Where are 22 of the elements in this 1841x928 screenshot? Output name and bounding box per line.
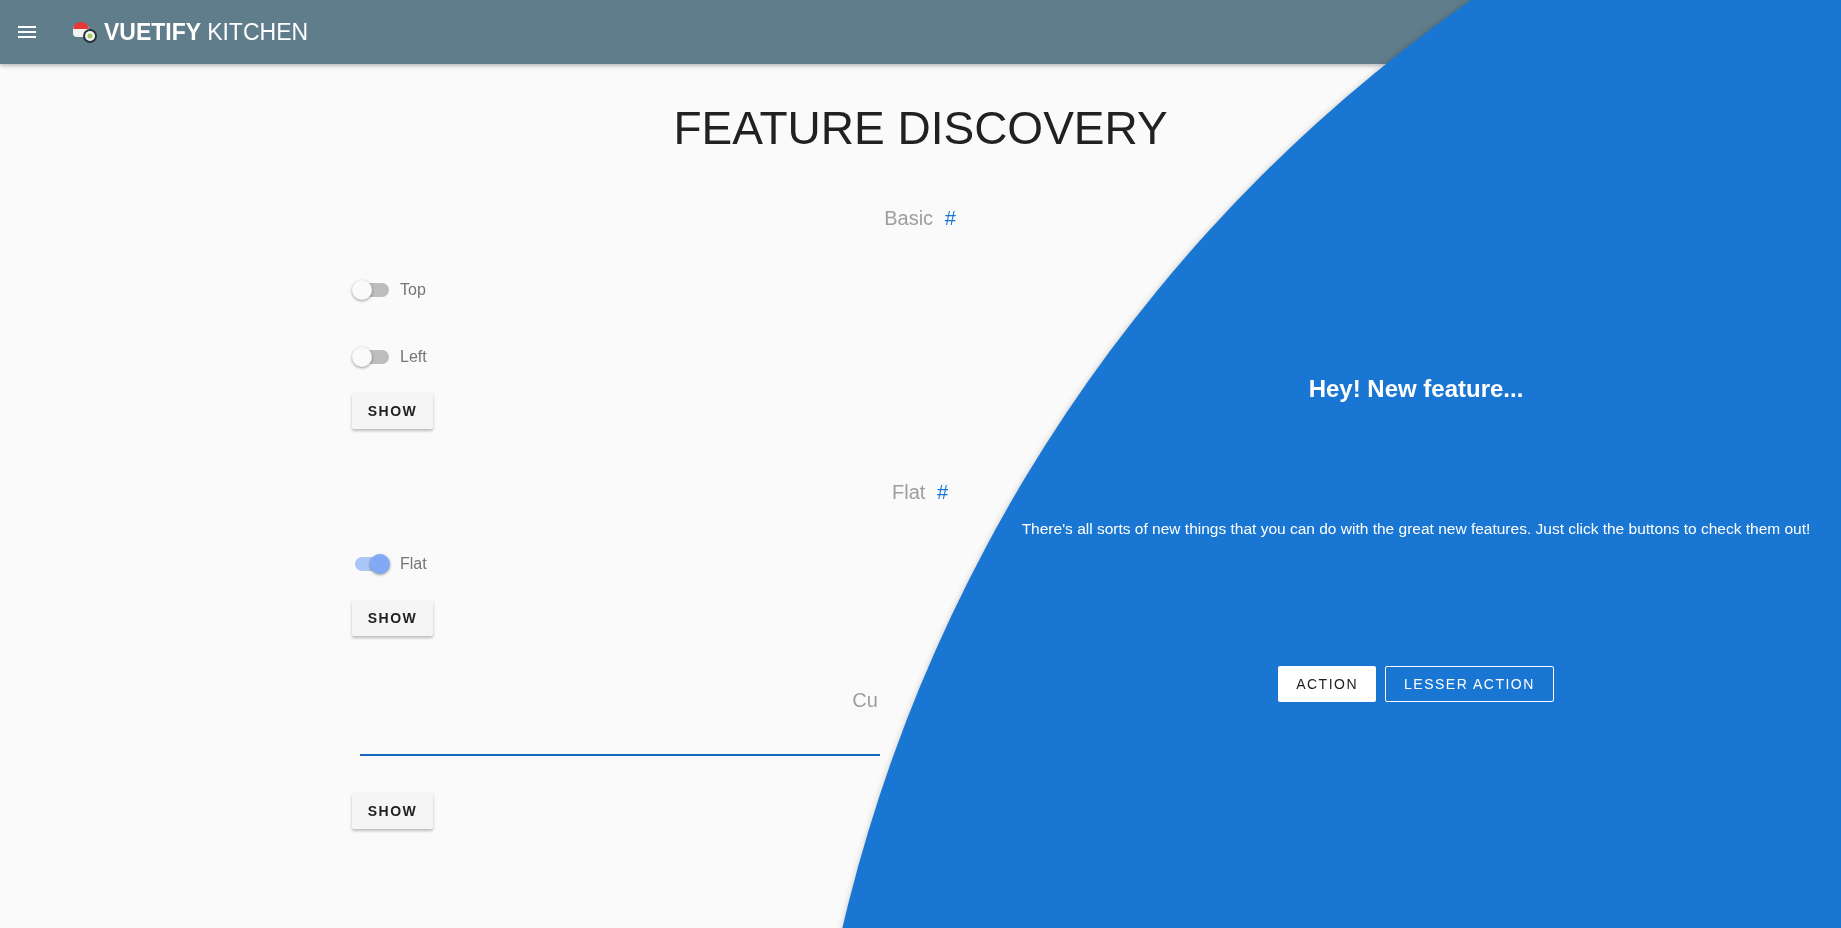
anchor-link[interactable]: #: [936, 481, 948, 503]
section-heading: Basic: [884, 207, 934, 229]
feature-title: Hey! New feature...: [1308, 374, 1524, 404]
show-button[interactable]: SHOW: [352, 600, 433, 636]
app-subtitle: KITCHEN: [207, 18, 309, 46]
page-title: FEATURE DISCOVERY: [672, 101, 1169, 156]
toggle-switch[interactable]: [352, 345, 390, 369]
switch-label: Top: [400, 281, 426, 299]
menu-icon[interactable]: [18, 26, 36, 38]
action-button[interactable]: ACTION: [1278, 666, 1377, 702]
switch-label: Flat: [400, 555, 427, 573]
toggle-switch[interactable]: [352, 278, 390, 302]
sushi-icon: [72, 20, 98, 44]
show-button[interactable]: SHOW: [352, 793, 433, 829]
app-title: VUETIFY: [104, 18, 202, 46]
feature-description: There's all sorts of new things that you can do with the great new features. Just click the buttons to check them out!: [1021, 519, 1811, 539]
action-button[interactable]: LESSER ACTION: [1385, 666, 1554, 702]
anchor-link[interactable]: #: [944, 207, 956, 229]
section-heading: Flat: [892, 481, 926, 503]
section-heading: Cu: [852, 689, 878, 711]
show-button[interactable]: SHOW: [352, 393, 433, 429]
switch-label: Left: [400, 348, 427, 366]
